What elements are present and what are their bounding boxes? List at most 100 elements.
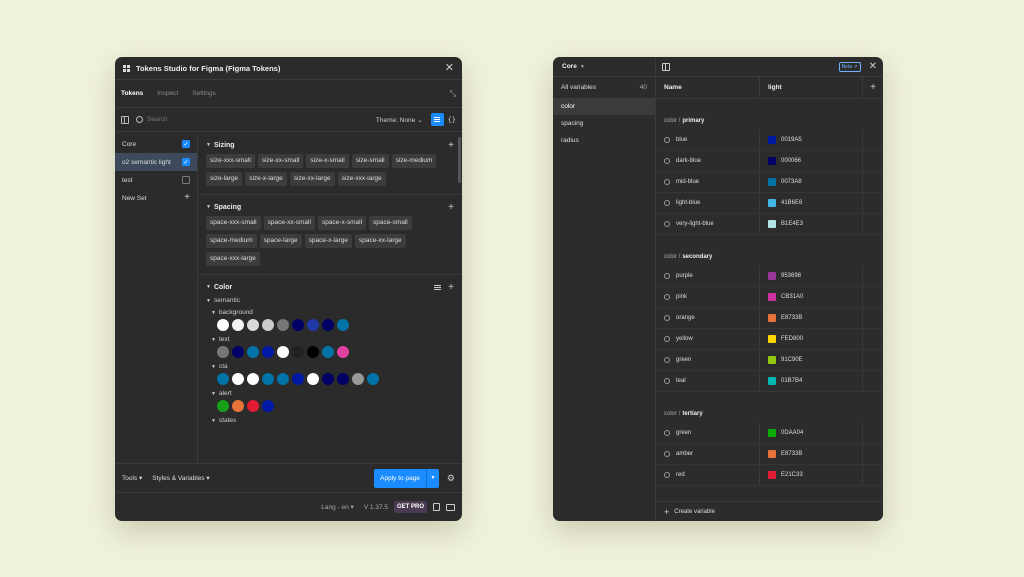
add-mode-icon[interactable]: +	[863, 82, 883, 93]
language-selector[interactable]: Lang - en ▾	[321, 503, 354, 511]
add-token-icon[interactable]: +	[448, 140, 454, 151]
variable-name-cell[interactable]: pink	[656, 287, 760, 307]
docs-icon[interactable]	[433, 503, 440, 511]
variable-name-cell[interactable]: mid-blue	[656, 172, 760, 192]
color-swatch[interactable]	[768, 429, 776, 437]
column-mode-light[interactable]: light	[760, 77, 863, 98]
color-token-swatch[interactable]	[262, 400, 274, 412]
color-token-swatch[interactable]	[292, 373, 304, 385]
color-token-swatch[interactable]	[322, 319, 334, 331]
color-swatch[interactable]	[768, 335, 776, 343]
set-item-o2-semantic-light[interactable]: o2 semantic light ✓	[115, 153, 197, 171]
variable-row[interactable]: mid-blue 0073A8	[656, 172, 883, 193]
create-variable-button[interactable]: + Create variable	[656, 501, 883, 521]
variable-value-cell[interactable]: 91C90E	[760, 350, 863, 370]
token-pill[interactable]: size-small	[351, 154, 389, 168]
subgroup-text[interactable]: ▼ text	[206, 336, 454, 343]
collection-selector[interactable]: Core ▼	[553, 57, 655, 77]
token-pill[interactable]: size-xxx-large	[337, 172, 386, 186]
scrollbar[interactable]	[458, 137, 461, 183]
subgroup-semantic[interactable]: ▼ semantic	[206, 297, 454, 304]
color-token-swatch[interactable]	[247, 373, 259, 385]
color-swatch[interactable]	[768, 199, 776, 207]
variable-row[interactable]: purple 953698	[656, 266, 883, 287]
caret-down-icon[interactable]: ▼	[206, 204, 211, 210]
variable-value-cell[interactable]: CB31A0	[760, 287, 863, 307]
tab-tokens[interactable]: Tokens	[121, 90, 143, 97]
variable-value-cell[interactable]: 41B6E6	[760, 193, 863, 213]
variable-value-cell[interactable]: 01B7B4	[760, 371, 863, 391]
variable-name-cell[interactable]: red	[656, 465, 760, 485]
color-token-swatch[interactable]	[367, 373, 379, 385]
list-icon[interactable]	[434, 284, 442, 290]
token-pill[interactable]: space-x-small	[317, 216, 367, 230]
feedback-icon[interactable]	[446, 503, 455, 511]
color-token-swatch[interactable]	[322, 373, 334, 385]
color-token-swatch[interactable]	[292, 346, 304, 358]
color-swatch[interactable]	[768, 178, 776, 186]
color-token-swatch[interactable]	[277, 346, 289, 358]
json-view-button[interactable]: {}	[448, 116, 456, 124]
variable-value-cell[interactable]: E21C33	[760, 465, 863, 485]
variable-row[interactable]: amber E8733B	[656, 444, 883, 465]
color-swatch[interactable]	[768, 471, 776, 479]
color-token-swatch[interactable]	[292, 319, 304, 331]
token-pill[interactable]: size-xx-small	[257, 154, 304, 168]
color-token-swatch[interactable]	[322, 346, 334, 358]
token-pill[interactable]: space-xx-small	[263, 216, 315, 230]
close-icon[interactable]: ✕	[445, 62, 454, 74]
color-swatch[interactable]	[768, 220, 776, 228]
color-token-swatch[interactable]	[337, 373, 349, 385]
subgroup-background[interactable]: ▼ background	[206, 309, 454, 316]
color-token-swatch[interactable]	[217, 319, 229, 331]
variable-value-cell[interactable]: 0019A5	[760, 130, 863, 150]
variable-row[interactable]: yellow FED800	[656, 329, 883, 350]
color-token-swatch[interactable]	[232, 373, 244, 385]
sidebar-toggle-icon[interactable]	[662, 62, 670, 71]
set-checkbox[interactable]: ✓	[182, 140, 190, 148]
plus-icon[interactable]: +	[184, 193, 190, 203]
subgroup-states[interactable]: ▼ states	[206, 417, 454, 424]
variable-value-cell[interactable]: 953698	[760, 266, 863, 286]
color-token-swatch[interactable]	[217, 400, 229, 412]
color-token-swatch[interactable]	[262, 319, 274, 331]
variable-row[interactable]: blue 0019A5	[656, 130, 883, 151]
color-token-swatch[interactable]	[217, 346, 229, 358]
caret-down-icon[interactable]: ▼	[206, 284, 211, 290]
collapse-icon[interactable]: ⤡	[450, 89, 456, 99]
variable-row[interactable]: pink CB31A0	[656, 287, 883, 308]
subgroup-alert[interactable]: ▼ alert	[206, 390, 454, 397]
color-swatch[interactable]	[768, 272, 776, 280]
tab-inspect[interactable]: Inspect	[157, 90, 178, 97]
caret-down-icon[interactable]: ▼	[206, 142, 211, 148]
variable-row[interactable]: teal 01B7B4	[656, 371, 883, 392]
color-swatch[interactable]	[768, 377, 776, 385]
sidebar-toggle-icon[interactable]	[121, 115, 129, 124]
variable-row[interactable]: light-blue 41B6E6	[656, 193, 883, 214]
color-token-swatch[interactable]	[232, 319, 244, 331]
token-pill[interactable]: size-x-small	[306, 154, 349, 168]
all-variables-item[interactable]: All variables 40	[553, 77, 655, 98]
color-token-swatch[interactable]	[307, 346, 319, 358]
variable-row[interactable]: dark-blue 000066	[656, 151, 883, 172]
subgroup-cta[interactable]: ▼ cta	[206, 363, 454, 370]
color-token-swatch[interactable]	[217, 373, 229, 385]
search-input[interactable]	[147, 116, 297, 123]
close-icon[interactable]: ✕	[869, 61, 877, 72]
variable-name-cell[interactable]: green	[656, 423, 760, 443]
variable-row[interactable]: green 0DAA04	[656, 423, 883, 444]
set-checkbox[interactable]	[182, 176, 190, 184]
token-pill[interactable]: space-small	[369, 216, 412, 230]
token-pill[interactable]: size-xx-large	[289, 172, 335, 186]
variable-value-cell[interactable]: E8733B	[760, 444, 863, 464]
variable-value-cell[interactable]: B1E4E3	[760, 214, 863, 234]
token-pill[interactable]: space-xxx-small	[206, 216, 261, 230]
variable-row[interactable]: very-light-blue B1E4E3	[656, 214, 883, 235]
token-pill[interactable]: space-x-large	[304, 234, 352, 248]
color-swatch[interactable]	[768, 136, 776, 144]
color-token-swatch[interactable]	[337, 319, 349, 331]
group-item-spacing[interactable]: spacing	[553, 115, 655, 132]
beta-badge[interactable]: Beta ⇗	[838, 61, 861, 72]
list-view-button[interactable]	[430, 113, 444, 126]
group-item-radius[interactable]: radius	[553, 132, 655, 149]
